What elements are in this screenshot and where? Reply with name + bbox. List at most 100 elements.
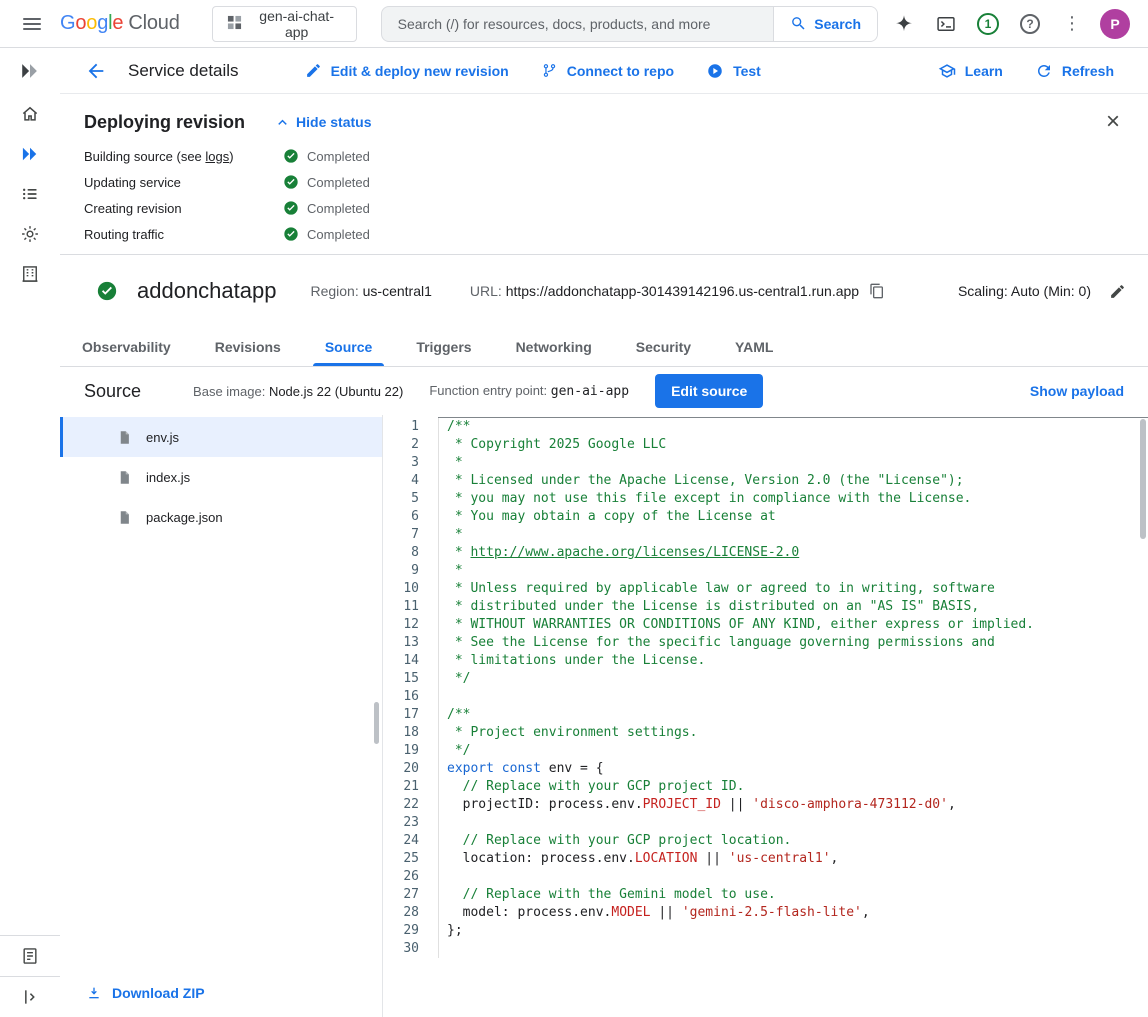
tab-triggers[interactable]: Triggers — [394, 327, 493, 366]
tab-revisions[interactable]: Revisions — [193, 327, 303, 366]
code-text: projectID: process.env.PROJECT_ID || 'di… — [438, 796, 1148, 814]
deploy-step: Updating serviceCompleted — [84, 174, 1124, 190]
rail-services-list-button[interactable] — [6, 175, 54, 213]
line-number: 4 — [383, 472, 438, 490]
check-circle-icon — [283, 148, 299, 164]
file-item-env.js[interactable]: env.js — [60, 417, 382, 457]
search-button-label: Search — [814, 16, 861, 32]
rail-expand-button[interactable] — [6, 978, 54, 1016]
code-text: */ — [438, 670, 1148, 688]
code-scrollbar[interactable] — [1140, 419, 1146, 539]
notifications-button[interactable]: 1 — [968, 4, 1008, 44]
code-line: 30 — [383, 940, 1148, 958]
file-name: index.js — [146, 470, 190, 485]
search-button[interactable]: Search — [773, 7, 877, 41]
connect-repo-button[interactable]: Connect to repo — [527, 53, 688, 89]
file-name: env.js — [146, 430, 179, 445]
code-line: 14 * limitations under the License. — [383, 652, 1148, 670]
tab-source[interactable]: Source — [303, 327, 394, 366]
left-rail — [0, 48, 60, 1017]
line-number: 2 — [383, 436, 438, 454]
tabs: ObservabilityRevisionsSourceTriggersNetw… — [60, 327, 1148, 367]
code-line: 22 projectID: process.env.PROJECT_ID || … — [383, 796, 1148, 814]
search-bar[interactable]: Search — [381, 6, 878, 42]
topbar-right: 1 ? ⋮ P — [884, 4, 1138, 44]
tab-security[interactable]: Security — [614, 327, 713, 366]
test-button[interactable]: Test — [692, 53, 775, 89]
download-icon — [86, 985, 102, 1001]
edit-deploy-button[interactable]: Edit & deploy new revision — [291, 53, 523, 89]
deploy-step: Creating revisionCompleted — [84, 200, 1124, 216]
line-number: 20 — [383, 760, 438, 778]
rail-integrations-button[interactable] — [6, 215, 54, 253]
three-dot-icon: ⋮ — [1063, 13, 1081, 34]
google-cloud-logo[interactable]: Google Cloud — [60, 12, 180, 35]
search-input[interactable] — [382, 7, 774, 41]
code-text: /** — [438, 706, 1148, 724]
edit-scaling-button[interactable] — [1109, 283, 1126, 300]
project-selector[interactable]: gen-ai-chat-app — [212, 6, 357, 42]
region-label: Region: — [310, 283, 358, 299]
overflow-menu-button[interactable]: ⋮ — [1052, 4, 1092, 44]
code-text: /** — [438, 418, 1148, 436]
cloud-shell-button[interactable] — [926, 4, 966, 44]
hide-status-button[interactable]: Hide status — [275, 114, 371, 130]
code-editor[interactable]: 1/**2 * Copyright 2025 Google LLC3 *4 * … — [382, 415, 1148, 1017]
project-icon — [227, 15, 242, 33]
file-item-index.js[interactable]: index.js — [60, 457, 382, 497]
code-line: 23 — [383, 814, 1148, 832]
service-url: URL: https://addonchatapp-301439142196.u… — [470, 283, 859, 299]
service-name: addonchatapp — [137, 278, 276, 304]
code-text: */ — [438, 742, 1148, 760]
rail-cloud-run-button[interactable] — [6, 135, 54, 173]
line-number: 1 — [383, 418, 438, 436]
edit-source-button[interactable]: Edit source — [655, 374, 763, 408]
file-item-package.json[interactable]: package.json — [60, 497, 382, 537]
file-panel-scrollbar[interactable] — [374, 702, 379, 744]
deploy-status-panel: Deploying revision Hide status × Buildin… — [60, 94, 1148, 254]
code-text: * WITHOUT WARRANTIES OR CONDITIONS OF AN… — [438, 616, 1148, 634]
check-circle-icon — [283, 174, 299, 190]
close-panel-button[interactable]: × — [1102, 110, 1124, 134]
logs-link[interactable]: logs — [205, 149, 229, 164]
back-button[interactable] — [76, 51, 116, 91]
url-label: URL: — [470, 283, 502, 299]
tab-observability[interactable]: Observability — [60, 327, 193, 366]
file-tree: env.js index.js package.json — [60, 417, 382, 537]
gemini-button[interactable] — [884, 4, 924, 44]
rail-domains-button[interactable] — [6, 255, 54, 293]
tab-yaml[interactable]: YAML — [713, 327, 795, 366]
rail-home-button[interactable] — [6, 95, 54, 133]
hide-status-label: Hide status — [296, 114, 371, 130]
code-text — [438, 814, 1148, 832]
repo-branch-icon — [541, 62, 558, 79]
deploy-step-label: Updating service — [84, 175, 283, 190]
learn-icon — [938, 62, 956, 80]
code-text: * — [438, 526, 1148, 544]
rail-release-notes-button[interactable] — [6, 937, 54, 975]
line-number: 19 — [383, 742, 438, 760]
hamburger-icon — [23, 15, 41, 33]
panel-expand-icon — [20, 987, 40, 1007]
code-text — [438, 868, 1148, 886]
code-text — [438, 688, 1148, 706]
help-button[interactable]: ? — [1010, 4, 1050, 44]
tab-networking[interactable]: Networking — [494, 327, 614, 366]
line-number: 23 — [383, 814, 438, 832]
building-icon — [20, 264, 40, 284]
code-text: * Copyright 2025 Google LLC — [438, 436, 1148, 454]
rail-divider — [0, 976, 60, 977]
code-line: 10 * Unless required by applicable law o… — [383, 580, 1148, 598]
copy-url-button[interactable] — [869, 283, 885, 299]
learn-button[interactable]: Learn — [924, 53, 1017, 89]
source-body: env.jsindex.jspackage.json Download ZIP … — [60, 415, 1148, 1017]
download-zip-button[interactable]: Download ZIP — [86, 985, 205, 1001]
deploy-step-label: Building source (see logs) — [84, 149, 283, 164]
code-text: location: process.env.LOCATION || 'us-ce… — [438, 850, 1148, 868]
help-icon: ? — [1020, 14, 1040, 34]
show-payload-link[interactable]: Show payload — [1030, 383, 1124, 399]
refresh-button[interactable]: Refresh — [1021, 53, 1128, 89]
code-line: 5 * you may not use this file except in … — [383, 490, 1148, 508]
account-avatar[interactable]: P — [1100, 9, 1130, 39]
hamburger-menu-button[interactable] — [12, 4, 52, 44]
